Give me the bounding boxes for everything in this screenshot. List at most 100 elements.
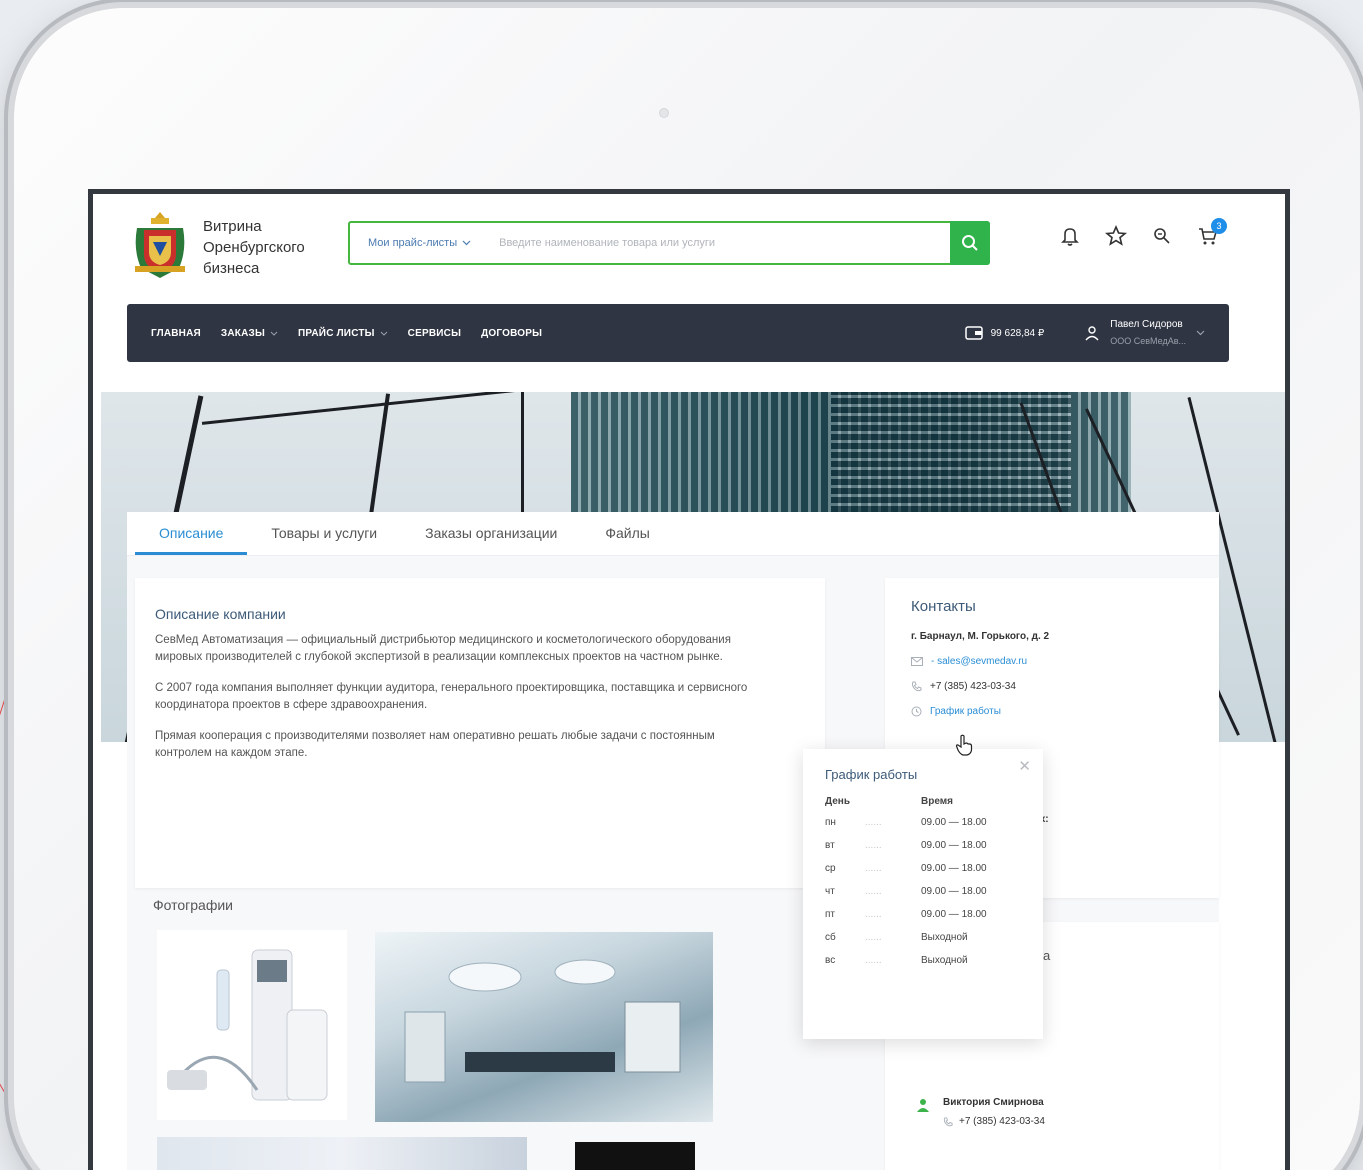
wallet-icon: [964, 326, 983, 340]
balance[interactable]: 99 628,84 ₽: [964, 326, 1045, 340]
balance-amount: 99 628,84 ₽: [990, 327, 1045, 339]
photo-equipment-cabinet[interactable]: [575, 1142, 695, 1170]
nav-label: ЗАКАЗЫ: [220, 327, 265, 339]
pricelist-select[interactable]: Мои прайс-листы: [350, 237, 489, 249]
schedule-day: вт: [825, 840, 835, 851]
schedule-day: ср: [825, 863, 836, 874]
schedule-time: Выходной: [921, 932, 968, 943]
nav-item-home[interactable]: ГЛАВНАЯ: [151, 328, 201, 339]
main-nav: ГЛАВНАЯ ЗАКАЗЫ ПРАЙС ЛИСТЫ СЕРВИСЫ ДОГОВ…: [127, 304, 1229, 362]
schedule-day: пт: [825, 909, 835, 920]
compare-button[interactable]: [1150, 224, 1174, 248]
zoom-compare-icon: [1154, 228, 1170, 244]
nav-item-orders[interactable]: ЗАКАЗЫ: [221, 328, 278, 339]
manager-name: Виктория Смирнова: [943, 1097, 1044, 1108]
app-screen: Витрина Оренбургского бизнеса Мои прайс-…: [88, 189, 1290, 1170]
medical-device-image: [167, 949, 328, 1101]
camera-dot: [659, 108, 669, 118]
user-icon: [1085, 326, 1099, 341]
schedule-row: вт...... 09.00 — 18.00: [825, 840, 1021, 851]
search-icon: [962, 235, 978, 251]
search-button[interactable]: [950, 221, 990, 265]
favorites-button[interactable]: [1104, 224, 1128, 248]
schedule-row: чт...... 09.00 — 18.00: [825, 886, 1021, 897]
manager-avatar-icon: [917, 1099, 929, 1112]
schedule-row: ср...... 09.00 — 18.00: [825, 863, 1021, 874]
schedule-dots: ......: [865, 886, 882, 897]
chevron-down-icon: [1196, 330, 1205, 336]
schedule-header: День Время: [825, 796, 1021, 807]
managers-partial-title: а: [1043, 948, 1051, 963]
description-title: Описание компании: [155, 606, 286, 622]
nav-label: СЕРВИСЫ: [407, 327, 462, 339]
cart-count-badge: 3: [1211, 218, 1227, 234]
schedule-row: пт...... 09.00 — 18.00: [825, 909, 1021, 920]
header-icons: 3: [1058, 218, 1227, 248]
search-bar: Мои прайс-листы: [348, 221, 990, 265]
bell-icon: [1061, 228, 1079, 246]
popup-title: График работы: [825, 767, 918, 782]
schedule-time: 09.00 — 18.00: [921, 886, 987, 897]
schedule-table: День Время пн...... 09.00 — 18.00 вт.....…: [825, 796, 1021, 966]
manager-phone-row: +7 (385) 423-03-34: [943, 1116, 1045, 1127]
contacts-email-row: - sales@sevmedav.ru: [911, 656, 1193, 667]
nav-label: ПРАЙС ЛИСТЫ: [298, 327, 375, 339]
description-paragraph: СевМед Автоматизация — официальный дистр…: [155, 634, 731, 663]
nav-item-pricelists[interactable]: ПРАЙС ЛИСТЫ: [298, 328, 388, 339]
contacts-phone-row: +7 (385) 423-03-34: [911, 681, 1193, 692]
notifications-button[interactable]: [1058, 224, 1082, 248]
contacts-email-link[interactable]: - sales@sevmedav.ru: [931, 656, 1027, 667]
schedule-dots: ......: [865, 840, 882, 851]
pricelist-select-label: Мои прайс-листы: [368, 237, 458, 249]
photo-clinic-interior[interactable]: [157, 1137, 527, 1170]
cart-button[interactable]: 3: [1196, 218, 1227, 248]
photo-operating-room[interactable]: [375, 932, 713, 1122]
tab-goods-services[interactable]: Товары и услуги: [247, 525, 401, 555]
schedule-dots: ......: [865, 955, 882, 966]
schedule-time: Выходной: [921, 955, 968, 966]
user-org: ООО СевМедАв...: [1110, 336, 1186, 346]
schedule-time: 09.00 — 18.00: [921, 840, 987, 851]
schedule-time: 09.00 — 18.00: [921, 817, 987, 828]
schedule-row: сб...... Выходной: [825, 932, 1021, 943]
schedule-day: чт: [825, 886, 835, 897]
description-paragraph: С 2007 года компания выполняет функции а…: [155, 682, 748, 711]
banner-building-image: [831, 392, 1071, 512]
schedule-time: 09.00 — 18.00: [921, 909, 987, 920]
manager-contact: Виктория Смирнова +7 (385) 423-03-34: [915, 1097, 1045, 1127]
schedule-dots: ......: [865, 863, 882, 874]
header: Витрина Оренбургского бизнеса Мои прайс-…: [93, 194, 1285, 304]
user-name: Павел Сидоров: [1110, 319, 1183, 330]
nav-item-contracts[interactable]: ДОГОВОРЫ: [481, 328, 542, 339]
description-paragraph: Прямая кооперация с производителями позв…: [155, 730, 715, 759]
col-time: Время: [921, 796, 953, 807]
mail-icon: [911, 657, 923, 666]
search-input[interactable]: [489, 223, 950, 263]
close-icon[interactable]: ✕: [1018, 757, 1031, 775]
chevron-down-icon: [462, 240, 471, 246]
brand-name: Витрина Оренбургского бизнеса: [203, 218, 305, 277]
schedule-time: 09.00 — 18.00: [921, 863, 987, 874]
tab-files[interactable]: Файлы: [581, 525, 673, 555]
nav-label: ГЛАВНАЯ: [151, 327, 201, 339]
schedule-dots: ......: [865, 909, 882, 920]
tab-bar: Описание Товары и услуги Заказы организа…: [127, 512, 1219, 556]
operating-room-image: [404, 959, 681, 1083]
chevron-down-icon: [270, 331, 278, 336]
manager-phone: +7 (385) 423-03-34: [959, 1116, 1045, 1127]
col-day: День: [825, 796, 850, 807]
contacts-title: Контакты: [911, 598, 976, 615]
user-menu[interactable]: Павел Сидоров ООО СевМедАв...: [1084, 317, 1205, 349]
nav-label: ДОГОВОРЫ: [481, 327, 543, 339]
schedule-link[interactable]: График работы: [930, 706, 1001, 717]
schedule-day: вс: [825, 955, 836, 966]
schedule-dots: ......: [865, 817, 882, 828]
photo-medical-equipment[interactable]: [157, 930, 347, 1120]
schedule-popup: ✕ График работы День Время пн...... 09.00…: [803, 749, 1043, 1039]
oren-coat-of-arms-logo[interactable]: [131, 210, 189, 280]
hand-cursor-icon: [955, 734, 973, 756]
schedule-row: вс...... Выходной: [825, 955, 1021, 966]
tab-description[interactable]: Описание: [135, 525, 248, 555]
nav-item-services[interactable]: СЕРВИСЫ: [408, 328, 461, 339]
tab-org-orders[interactable]: Заказы организации: [401, 525, 581, 555]
